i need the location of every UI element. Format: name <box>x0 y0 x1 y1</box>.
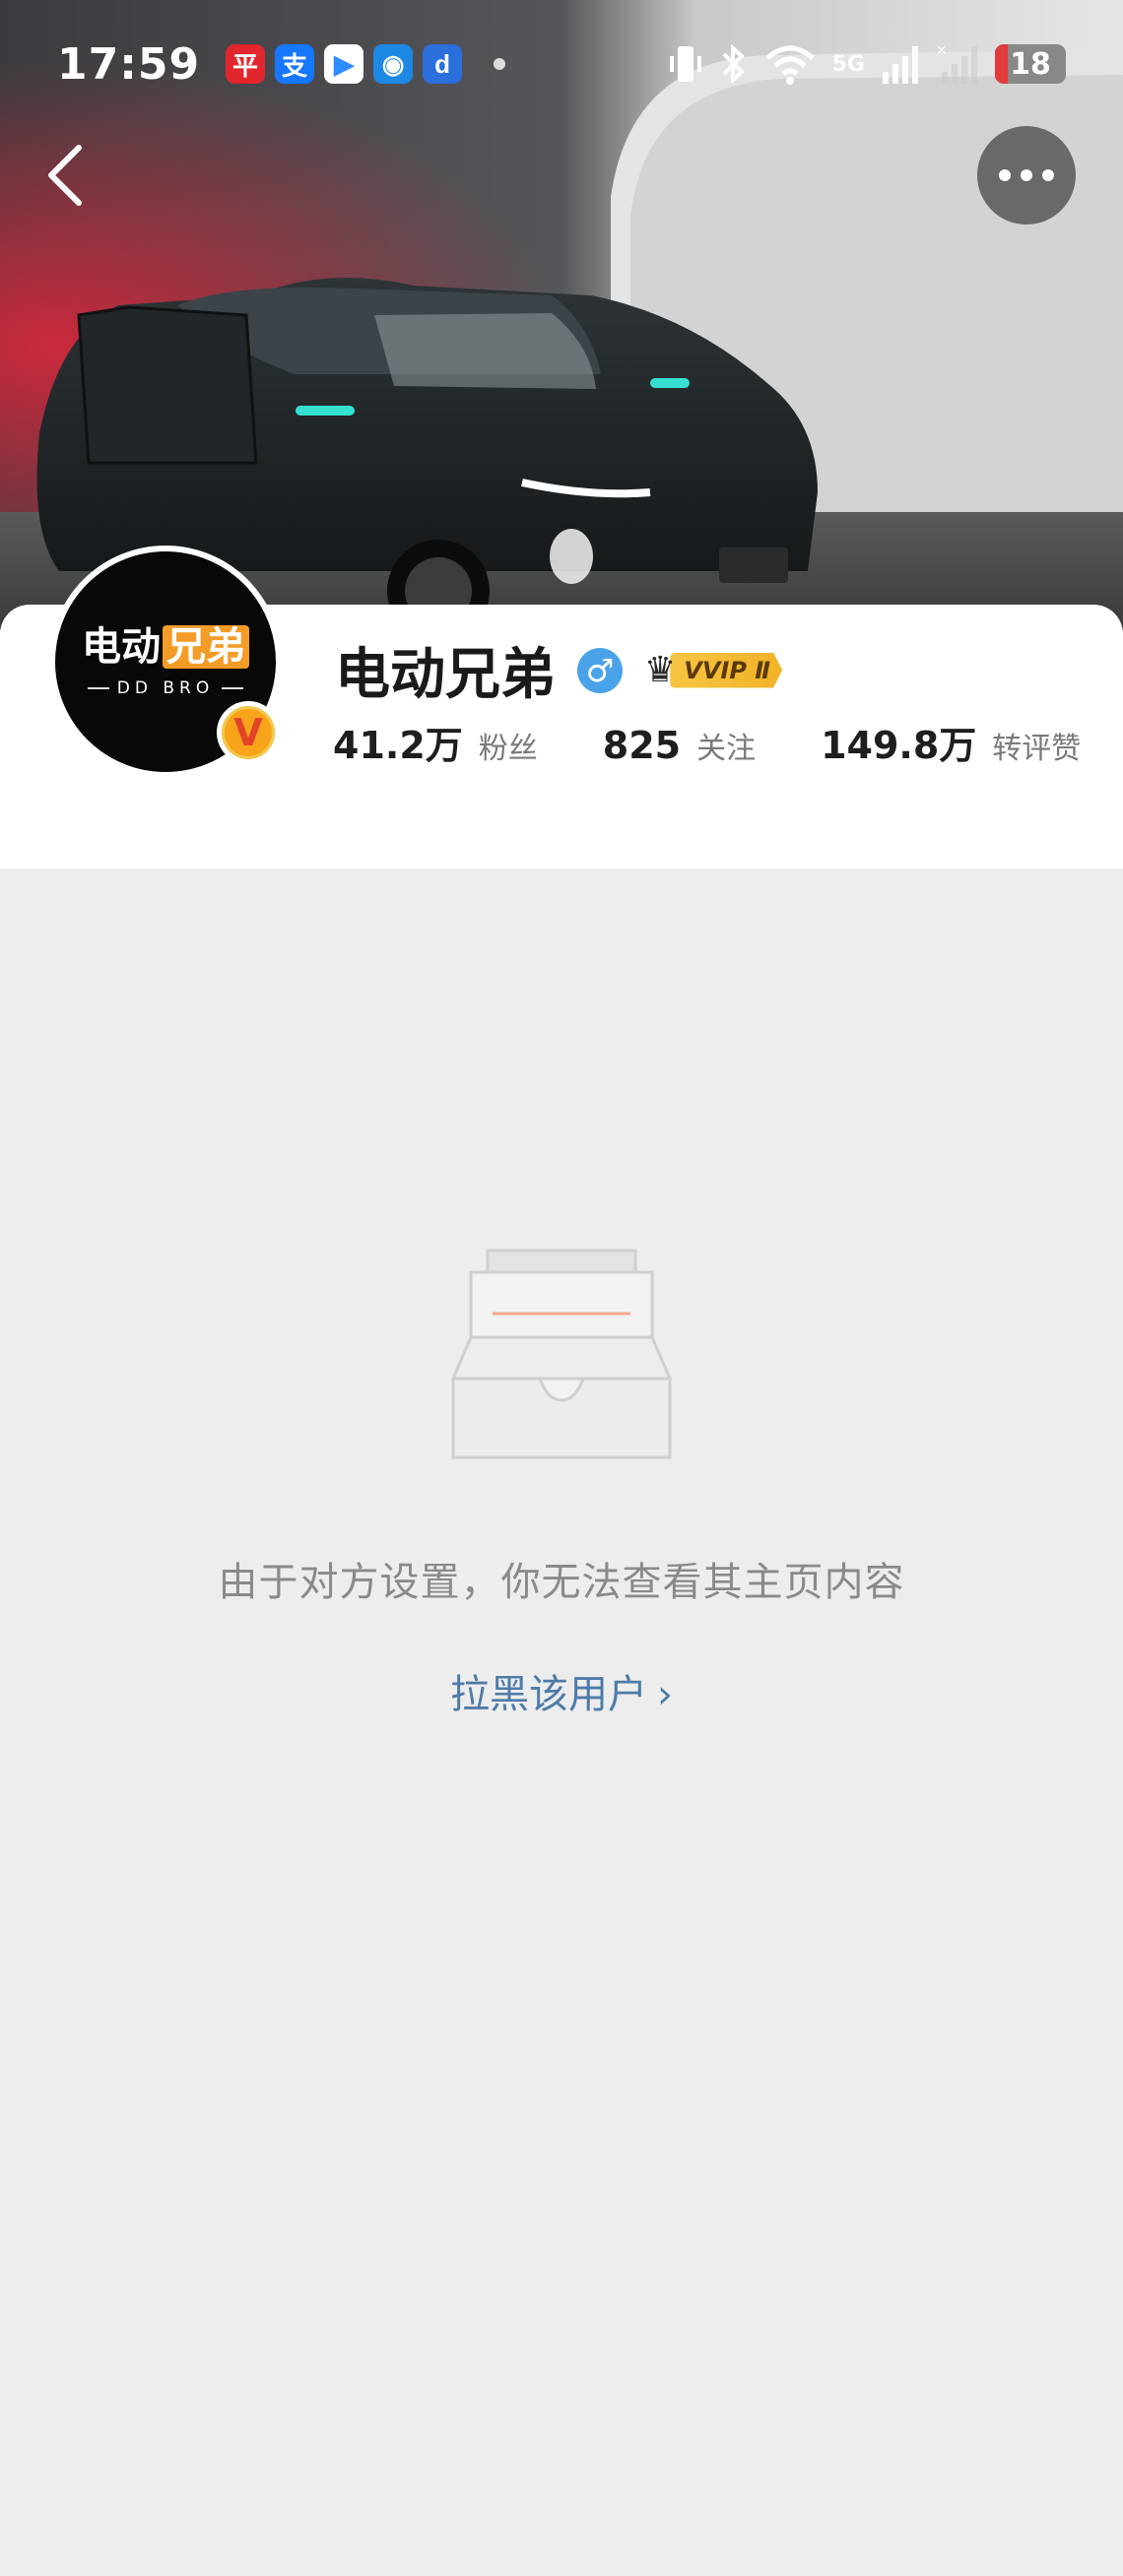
wifi-icon <box>764 45 815 85</box>
restricted-content-message: 由于对方设置，你无法查看其主页内容 <box>218 1560 905 1605</box>
verified-badge-icon: V <box>217 701 280 764</box>
divider <box>87 687 109 689</box>
engagement-stat[interactable]: 149.8万 转评赞 <box>821 715 1081 769</box>
crown-icon: ♛ <box>644 650 677 690</box>
notification-icons: 平 支 ▶ ◉ d <box>226 44 506 84</box>
video-app-icon: ▶ <box>324 44 364 84</box>
divider <box>222 687 244 689</box>
status-time: 17:59 <box>57 38 201 90</box>
qq-icon: ◉ <box>373 44 414 84</box>
more-dot-icon <box>1021 169 1032 181</box>
more-dot-icon <box>1042 169 1054 181</box>
battery-icon: 18 <box>995 44 1066 84</box>
back-button[interactable] <box>35 138 95 213</box>
followers-label: 粉丝 <box>478 732 538 766</box>
status-indicators: 5G × 18 <box>669 42 1066 86</box>
profile-stats: 41.2万 粉丝 825 关注 149.8万 转评赞 <box>333 715 1081 769</box>
app-icon-5: d <box>423 44 463 84</box>
avatar-logo: 电动 兄弟 <box>82 625 249 669</box>
network-type: 5G <box>831 51 865 77</box>
username: 电动兄弟 <box>335 643 556 707</box>
avatar-logo-main: 电动 <box>82 624 161 670</box>
following-stat[interactable]: 825 关注 <box>603 724 756 767</box>
vvip-badge[interactable]: ♛ VVIP Ⅱ <box>644 650 783 691</box>
followers-count: 41.2万 <box>333 724 463 767</box>
avatar-logo-highlight: 兄弟 <box>163 625 249 669</box>
alipay-icon: 支 <box>275 44 315 84</box>
more-options-button[interactable] <box>977 126 1076 225</box>
more-dot-icon <box>999 169 1011 181</box>
male-gender-icon: ♂ <box>577 647 623 693</box>
vvip-label: VVIP Ⅱ <box>670 652 783 688</box>
more-notifications-dot <box>494 58 506 70</box>
engagement-count: 149.8万 <box>821 724 977 767</box>
engagement-label: 转评赞 <box>992 732 1082 766</box>
following-label: 关注 <box>696 732 757 766</box>
empty-inbox-icon <box>450 1249 673 1459</box>
avatar-sub-text: DD BRO <box>116 678 215 698</box>
chevron-right-icon: › <box>657 1672 673 1717</box>
followers-stat[interactable]: 41.2万 粉丝 <box>333 715 538 769</box>
app-icon-1: 平 <box>226 44 266 84</box>
avatar-logo-subtitle: DD BRO <box>87 678 244 698</box>
block-user-link[interactable]: 拉黑该用户 › <box>0 1662 1123 1719</box>
svg-text:×: × <box>936 42 948 58</box>
signal-2-icon: × <box>936 42 977 84</box>
battery-level <box>995 44 1008 84</box>
signal-icon <box>883 46 918 84</box>
chevron-left-icon <box>48 145 82 206</box>
following-count: 825 <box>602 724 682 767</box>
block-user-label: 拉黑该用户 <box>450 1672 647 1717</box>
battery-text: 18 <box>1010 46 1051 82</box>
status-bar: 17:59 平 支 ▶ ◉ d 5G × 18 <box>0 0 1123 128</box>
name-row: 电动兄弟 ♂ ♛ VVIP Ⅱ <box>335 630 783 710</box>
vibrate-icon <box>669 46 701 82</box>
bluetooth-icon <box>722 43 745 85</box>
